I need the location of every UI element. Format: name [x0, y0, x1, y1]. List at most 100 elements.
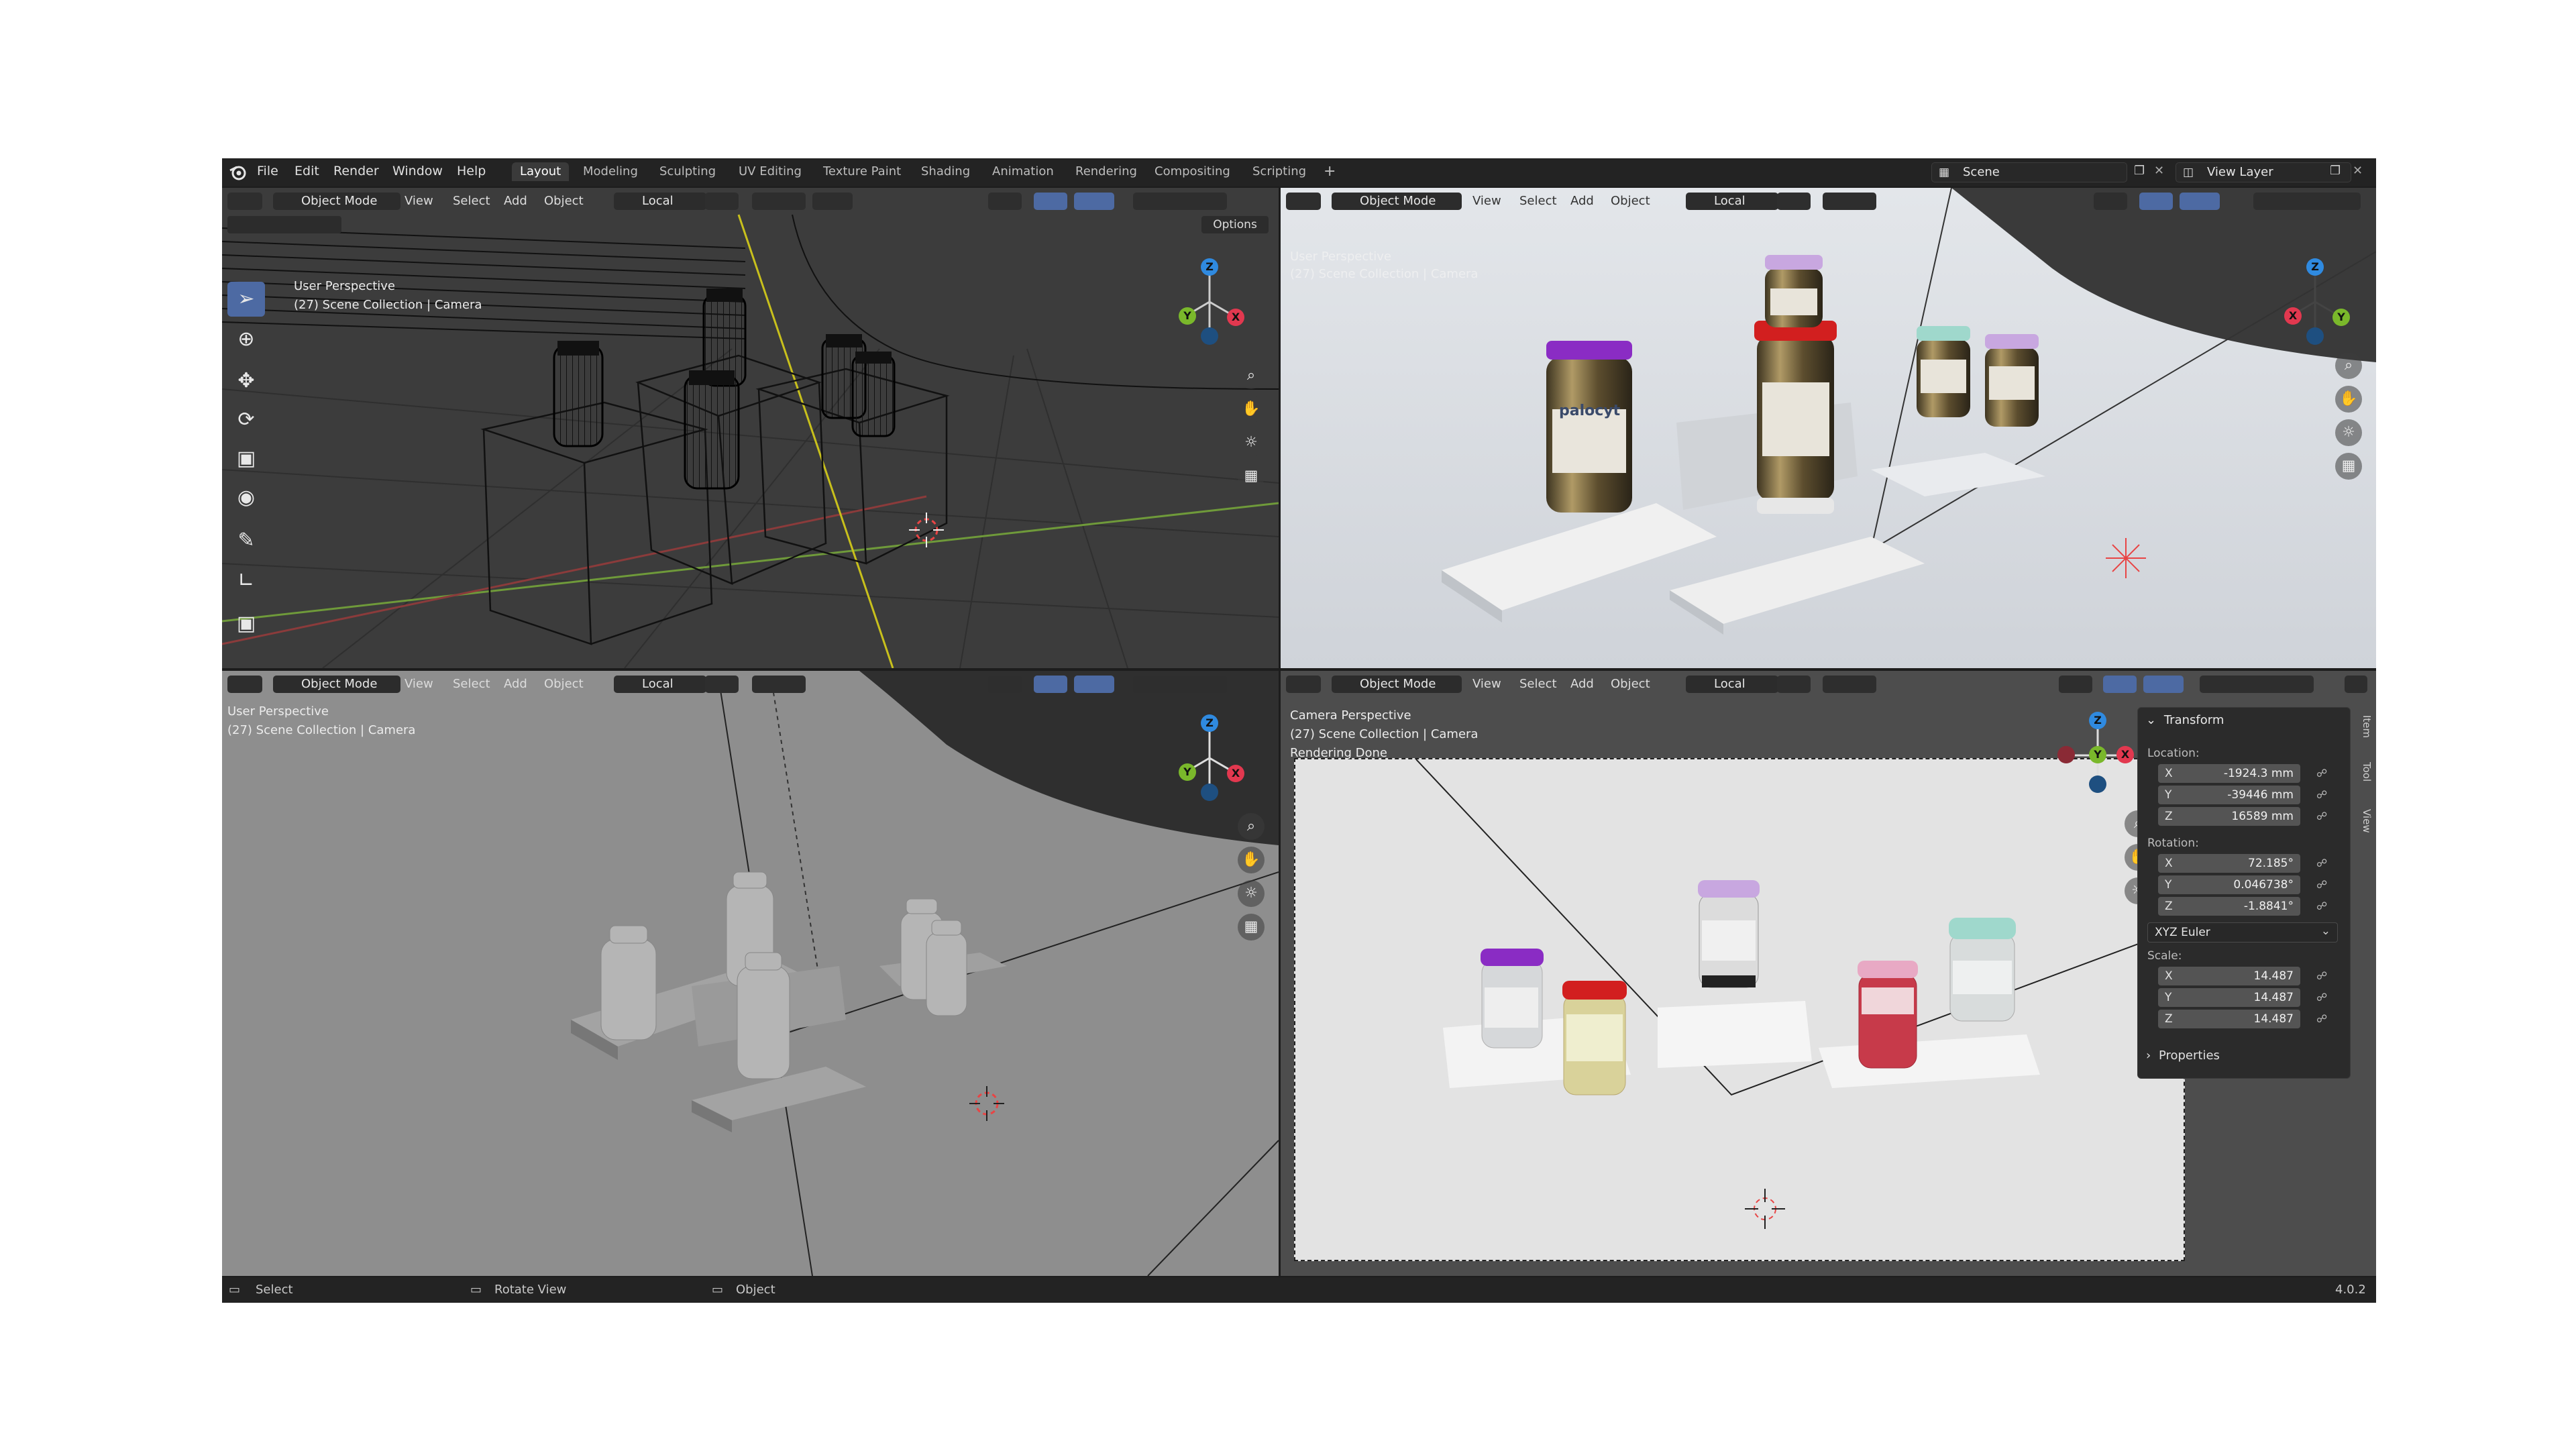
y-axis[interactable]: Y: [2332, 309, 2350, 326]
rotation-mode-dropdown[interactable]: XYZ Euler ⌄: [2147, 922, 2338, 943]
transform-orientation-dropdown[interactable]: Local: [614, 193, 706, 210]
x-axis[interactable]: X: [2116, 746, 2134, 763]
tab-view[interactable]: View: [2355, 809, 2373, 833]
pan-icon[interactable]: ✋: [1238, 847, 1265, 873]
lock-icon[interactable]: ☍: [2316, 878, 2330, 893]
menu-select[interactable]: Select: [453, 193, 490, 210]
overlay-toggle-icon[interactable]: [2143, 676, 2184, 693]
mode-dropdown[interactable]: Object Mode: [1332, 676, 1462, 693]
mode-dropdown[interactable]: Object Mode: [273, 193, 400, 210]
zoom-icon[interactable]: ⌕: [1238, 362, 1265, 389]
mode-dropdown[interactable]: Object Mode: [273, 676, 400, 693]
visibility-icon[interactable]: [2059, 676, 2092, 693]
menu-object[interactable]: Object: [544, 676, 584, 693]
rotation-y-field[interactable]: Y 0.046738°: [2158, 875, 2300, 894]
transform-panel-header[interactable]: ⌄ Transform: [2146, 713, 2224, 727]
new-view-layer-icon[interactable]: ❐: [2330, 164, 2341, 178]
menu-object[interactable]: Object: [544, 193, 584, 210]
shading-mode-buttons[interactable]: [2253, 193, 2361, 210]
scale-x-field[interactable]: X 14.487: [2158, 967, 2300, 985]
add-cube-tool-icon[interactable]: ▣: [227, 606, 265, 641]
scale-y-field[interactable]: Y 14.487: [2158, 988, 2300, 1007]
lock-icon[interactable]: ☍: [2316, 788, 2330, 803]
rotation-z-field[interactable]: Z -1.8841°: [2158, 897, 2300, 916]
lock-icon[interactable]: ☍: [2316, 900, 2330, 914]
scene-selector[interactable]: ▦ Scene: [1931, 162, 2127, 182]
annotate-tool-icon[interactable]: ✎: [227, 523, 265, 558]
proportional-edit-icon[interactable]: [752, 676, 806, 693]
location-x-field[interactable]: X -1924.3 mm: [2158, 764, 2300, 783]
gizmo-toggle-icon[interactable]: [2103, 676, 2137, 693]
y-axis[interactable]: Y: [1179, 763, 1196, 781]
select-box-tool-icon[interactable]: ➢: [227, 282, 265, 317]
z-axis[interactable]: Z: [2089, 712, 2106, 729]
scale-tool-icon[interactable]: ▣: [227, 441, 265, 476]
menu-file[interactable]: File: [257, 164, 278, 178]
transform-orientation-dropdown[interactable]: Local: [614, 676, 706, 693]
tab-tool[interactable]: Tool: [2355, 762, 2373, 782]
menu-edit[interactable]: Edit: [294, 164, 319, 178]
rotation-x-field[interactable]: X 72.185°: [2158, 854, 2300, 873]
z-axis[interactable]: Z: [1201, 714, 1218, 732]
move-tool-icon[interactable]: ✥: [227, 364, 265, 398]
editor-type-icon[interactable]: [227, 193, 262, 210]
camera-view-icon[interactable]: ☼: [1238, 880, 1265, 907]
navigation-gizmo[interactable]: Z X Y: [1168, 711, 1248, 805]
menu-help[interactable]: Help: [457, 164, 486, 178]
measure-tool-icon[interactable]: ∟: [227, 564, 265, 598]
cursor-tool-icon[interactable]: ⊕: [227, 322, 265, 357]
proportional-edit-icon[interactable]: [752, 193, 806, 210]
visibility-icon[interactable]: [2094, 193, 2127, 210]
overlay-toggle-icon[interactable]: [1074, 676, 1114, 693]
location-y-field[interactable]: Y -39446 mm: [2158, 786, 2300, 804]
tab-sculpting[interactable]: Sculpting: [651, 162, 724, 181]
tab-texture-paint[interactable]: Texture Paint: [815, 162, 909, 181]
menu-add[interactable]: Add: [1570, 193, 1594, 210]
delete-view-layer-icon[interactable]: ✕: [2353, 164, 2363, 178]
y-axis[interactable]: Y: [1179, 307, 1196, 325]
gizmo-toggle-icon[interactable]: [1034, 193, 1067, 210]
scale-z-field[interactable]: Z 14.487: [2158, 1010, 2300, 1028]
shading-mode-buttons[interactable]: [1133, 676, 1227, 693]
editor-type-icon[interactable]: [1286, 193, 1321, 210]
navigation-gizmo[interactable]: Z X Y: [1168, 255, 1248, 349]
viewport-top-left[interactable]: Object Mode View Select Add Object Local…: [222, 188, 1279, 668]
transform-orientation-dropdown[interactable]: Local: [1686, 676, 1778, 693]
perspective-toggle-icon[interactable]: ▦: [1238, 463, 1265, 490]
delete-scene-icon[interactable]: ✕: [2154, 164, 2164, 178]
x-axis[interactable]: X: [1227, 309, 1244, 326]
perspective-toggle-icon[interactable]: ▦: [2335, 453, 2362, 480]
menu-add[interactable]: Add: [504, 676, 527, 693]
menu-render[interactable]: Render: [333, 164, 379, 178]
options-dropdown[interactable]: Options: [1201, 216, 1269, 233]
neg-z-axis[interactable]: [1201, 784, 1218, 801]
neg-z-axis[interactable]: [2089, 775, 2106, 793]
new-scene-icon[interactable]: ❐: [2134, 164, 2145, 178]
viewport-top-right[interactable]: palocyt Object Mode View Select Add Obje…: [1281, 188, 2376, 668]
gizmo-toggle-icon[interactable]: [2139, 193, 2173, 210]
menu-select[interactable]: Select: [1519, 676, 1557, 693]
gizmo-toggle-icon[interactable]: [1034, 676, 1067, 693]
falloff-icon[interactable]: [812, 193, 853, 210]
snap-icon[interactable]: [705, 676, 739, 693]
overlay-toggle-icon[interactable]: [2180, 193, 2220, 210]
proportional-edit-icon[interactable]: [1823, 676, 1876, 693]
add-workspace-button[interactable]: +: [1316, 162, 1344, 181]
blender-logo-icon[interactable]: [229, 164, 248, 181]
editor-type-icon[interactable]: [227, 676, 262, 693]
y-axis[interactable]: Y: [2089, 746, 2106, 763]
visibility-icon[interactable]: [988, 193, 1022, 210]
tab-modeling[interactable]: Modeling: [575, 162, 646, 181]
visibility-icon[interactable]: [988, 676, 1022, 693]
neg-z-axis[interactable]: [2306, 327, 2324, 345]
shading-mode-buttons[interactable]: [1133, 193, 1227, 210]
editor-type-icon[interactable]: [1286, 676, 1321, 693]
properties-panel-header[interactable]: › Properties: [2146, 1049, 2220, 1063]
camera-view-icon[interactable]: ☼: [1238, 429, 1265, 456]
z-axis[interactable]: Z: [2306, 258, 2324, 276]
rotate-tool-icon[interactable]: ⟳: [227, 402, 265, 437]
tab-shading[interactable]: Shading: [913, 162, 978, 181]
z-axis[interactable]: Z: [1201, 258, 1218, 276]
x-axis[interactable]: X: [1227, 765, 1244, 782]
menu-select[interactable]: Select: [1519, 193, 1557, 210]
